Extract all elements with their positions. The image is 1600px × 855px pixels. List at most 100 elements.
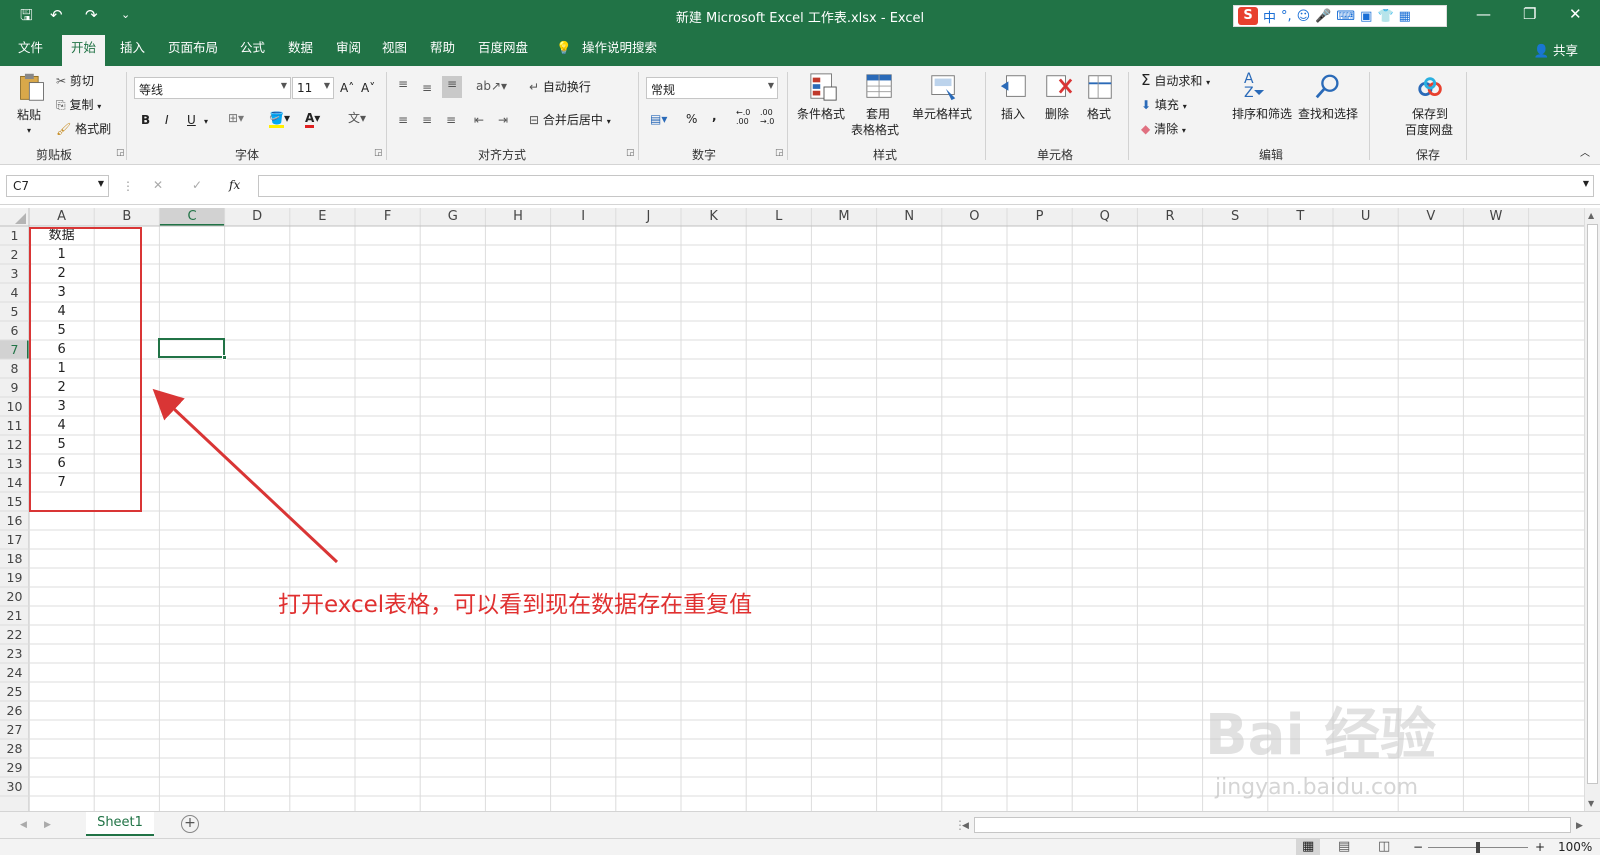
row-header-13[interactable]: 13 [0, 454, 29, 473]
row-header-22[interactable]: 22 [0, 625, 29, 644]
next-sheet-icon[interactable]: ▶ [44, 817, 51, 833]
row-header-20[interactable]: 20 [0, 587, 29, 606]
comma-button[interactable]: , [712, 108, 717, 124]
scroll-down-icon[interactable]: ▼ [1588, 799, 1594, 808]
zoom-level[interactable]: 100% [1558, 839, 1592, 855]
column-header-W[interactable]: W [1463, 208, 1528, 226]
ime-punct[interactable]: °, [1281, 9, 1292, 24]
tab-file[interactable]: 文件 [18, 40, 43, 56]
tab-formulas[interactable]: 公式 [240, 40, 265, 56]
selected-cell[interactable] [158, 338, 225, 358]
column-header-A[interactable]: A [29, 208, 94, 226]
italic-button[interactable]: I [165, 112, 169, 128]
alignment-launcher-icon[interactable]: ◲ [626, 148, 635, 158]
row-header-29[interactable]: 29 [0, 758, 29, 777]
column-header-P[interactable]: P [1007, 208, 1072, 226]
scroll-left-icon[interactable]: ◀ [962, 818, 969, 834]
vertical-scrollbar[interactable]: ▲ ▼ [1584, 208, 1600, 811]
copy-button[interactable]: ⎘ 复制 ▾ [56, 97, 101, 115]
column-header-V[interactable]: V [1398, 208, 1463, 226]
column-header-O[interactable]: O [942, 208, 1007, 226]
tab-baidu-netdisk[interactable]: 百度网盘 [478, 40, 528, 56]
column-header-M[interactable]: M [811, 208, 876, 226]
percent-button[interactable]: % [686, 111, 697, 127]
column-header-H[interactable]: H [485, 208, 550, 226]
row-header-10[interactable]: 10 [0, 397, 29, 416]
column-header-K[interactable]: K [681, 208, 746, 226]
bold-button[interactable]: B [141, 112, 150, 128]
row-header-24[interactable]: 24 [0, 663, 29, 682]
column-header-N[interactable]: N [877, 208, 942, 226]
row-header-2[interactable]: 2 [0, 245, 29, 264]
formula-input[interactable]: ▼ [258, 175, 1594, 197]
enter-icon[interactable]: ✓ [192, 177, 202, 193]
decrease-decimal-button[interactable]: .00 →.0 [760, 108, 780, 126]
collapse-ribbon-icon[interactable]: ︿ [1580, 146, 1590, 162]
scroll-right-icon[interactable]: ▶ [1576, 818, 1583, 834]
ime-lang[interactable]: 中 [1263, 7, 1276, 26]
tab-insert[interactable]: 插入 [120, 40, 145, 56]
ime-emoji-icon[interactable]: ☺ [1297, 9, 1311, 24]
column-header-J[interactable]: J [616, 208, 681, 226]
tell-me-search[interactable]: 操作说明搜索 [582, 40, 657, 56]
zoom-in-icon[interactable]: + [1535, 839, 1545, 855]
column-header-S[interactable]: S [1203, 208, 1268, 226]
tab-help[interactable]: 帮助 [430, 40, 455, 56]
row-header-4[interactable]: 4 [0, 283, 29, 302]
column-header-L[interactable]: L [746, 208, 811, 226]
row-header-26[interactable]: 26 [0, 701, 29, 720]
sheet-tab-sheet1[interactable]: Sheet1 [86, 812, 154, 836]
merge-center-button[interactable]: ⊟ 合并后居中 ▾ [529, 112, 611, 130]
row-header-9[interactable]: 9 [0, 378, 29, 397]
restore-icon[interactable]: ❐ [1523, 5, 1536, 23]
add-sheet-button[interactable]: + [181, 815, 199, 833]
tab-review[interactable]: 审阅 [336, 40, 361, 56]
number-launcher-icon[interactable]: ◲ [775, 148, 784, 158]
row-header-30[interactable]: 30 [0, 777, 29, 796]
zoom-slider-thumb[interactable] [1476, 842, 1480, 853]
row-header-16[interactable]: 16 [0, 511, 29, 530]
format-painter-button[interactable]: 🖌 格式刷 [56, 121, 111, 137]
row-header-8[interactable]: 8 [0, 359, 29, 378]
ime-menu-icon[interactable]: ▦ [1399, 9, 1411, 24]
phonetic-button[interactable]: 文▾ [348, 110, 366, 126]
decrease-indent-icon[interactable]: ⇤ [474, 112, 484, 128]
grow-font-button[interactable]: A˄ [340, 80, 354, 96]
tab-view[interactable]: 视图 [382, 40, 407, 56]
orientation-icon[interactable]: ab↗▾ [476, 78, 507, 94]
increase-indent-icon[interactable]: ⇥ [498, 112, 508, 128]
row-header-11[interactable]: 11 [0, 416, 29, 435]
ime-keyboard-icon[interactable]: ⌨ [1336, 9, 1355, 24]
clipboard-launcher-icon[interactable]: ◲ [116, 148, 125, 158]
row-header-3[interactable]: 3 [0, 264, 29, 283]
page-break-view-icon[interactable]: ◫ [1378, 839, 1390, 855]
prev-sheet-icon[interactable]: ◀ [20, 817, 27, 833]
ime-tool-icon[interactable]: ▣ [1360, 9, 1372, 24]
row-header-7[interactable]: 7 [0, 340, 29, 359]
fill-handle[interactable] [222, 355, 227, 360]
vertical-scroll-thumb[interactable] [1587, 224, 1598, 784]
accounting-format-icon[interactable]: ▤▾ [650, 111, 667, 127]
column-header-I[interactable]: I [551, 208, 616, 226]
column-header-T[interactable]: T [1268, 208, 1333, 226]
column-header-E[interactable]: E [290, 208, 355, 226]
align-middle-icon[interactable]: ≡ [422, 80, 432, 96]
column-header-Q[interactable]: Q [1072, 208, 1137, 226]
number-format-select[interactable]: 常规 ▼ [646, 77, 778, 99]
column-header-F[interactable]: F [355, 208, 420, 226]
align-left-icon[interactable]: ≡ [398, 112, 408, 128]
column-header-R[interactable]: R [1137, 208, 1202, 226]
underline-dropdown-icon[interactable]: ▾ [204, 114, 208, 130]
name-box[interactable]: C7 ▼ [6, 175, 109, 197]
fill-button[interactable]: ⬇ 填充 ▾ [1141, 97, 1187, 115]
scroll-up-icon[interactable]: ▲ [1588, 211, 1594, 220]
font-name-select[interactable]: 等线 ▼ [134, 77, 291, 99]
tab-data[interactable]: 数据 [288, 40, 313, 56]
font-size-select[interactable]: 11 ▼ [292, 77, 334, 99]
row-header-27[interactable]: 27 [0, 720, 29, 739]
cut-button[interactable]: ✂ 剪切 [56, 73, 94, 89]
ime-skin-icon[interactable]: 👕 [1377, 9, 1393, 24]
font-color-button[interactable]: A▾ [305, 110, 320, 128]
row-header-12[interactable]: 12 [0, 435, 29, 454]
cancel-icon[interactable]: ✕ [153, 177, 163, 193]
